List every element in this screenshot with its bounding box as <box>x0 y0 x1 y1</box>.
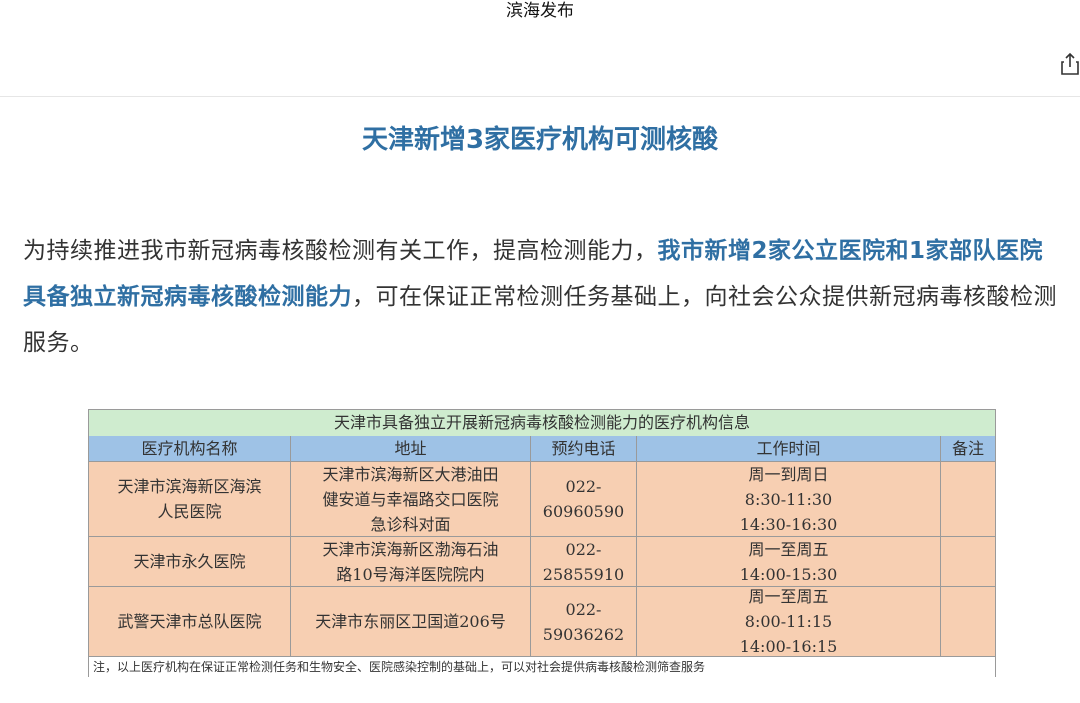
article-paragraph: 为持续推进我市新冠病毒核酸检测有关工作，提高检测能力，我市新增2家公立医院和1家… <box>23 228 1063 366</box>
table-row: 天津市滨海新区海滨 人民医院 天津市滨海新区大港油田 健安道与幸福路交口医院 急… <box>89 462 995 537</box>
header-address: 地址 <box>291 436 531 462</box>
table-note: 注，以上医疗机构在保证正常检测任务和生物安全、医院感染控制的基础上，可以对社会提… <box>89 657 995 677</box>
article-headline: 天津新增3家医疗机构可测核酸 <box>361 125 719 155</box>
cell-name: 武警天津市总队医院 <box>89 587 291 657</box>
header-hours: 工作时间 <box>637 436 941 462</box>
top-bar: 滨海发布 <box>0 0 1080 97</box>
cell-remark <box>941 462 995 537</box>
paragraph-text-1: 为持续推进我市新冠病毒核酸检测有关工作，提高检测能力， <box>23 238 658 264</box>
cell-name: 天津市滨海新区海滨 人民医院 <box>89 462 291 537</box>
cell-address: 天津市滨海新区渤海石油 路10号海洋医院院内 <box>291 537 531 587</box>
header-phone: 预约电话 <box>531 436 637 462</box>
hospital-table: 天津市具备独立开展新冠病毒核酸检测能力的医疗机构信息 医疗机构名称 地址 预约电… <box>88 409 996 677</box>
share-icon[interactable] <box>1060 52 1080 76</box>
cell-phone: 022- 25855910 <box>531 537 637 587</box>
cell-hours: 周一至周五 8:00-11:15 14:00-16:15 <box>637 587 941 657</box>
account-title: 滨海发布 <box>506 1 574 21</box>
table-header-row: 医疗机构名称 地址 预约电话 工作时间 备注 <box>89 436 995 462</box>
header-remark: 备注 <box>941 436 995 462</box>
cell-hours: 周一至周五 14:00-15:30 <box>637 537 941 587</box>
cell-name: 天津市永久医院 <box>89 537 291 587</box>
cell-phone: 022- 60960590 <box>531 462 637 537</box>
table-row: 天津市永久医院 天津市滨海新区渤海石油 路10号海洋医院院内 022- 2585… <box>89 537 995 587</box>
cell-remark <box>941 537 995 587</box>
cell-address: 天津市滨海新区大港油田 健安道与幸福路交口医院 急诊科对面 <box>291 462 531 537</box>
table-row: 武警天津市总队医院 天津市东丽区卫国道206号 022- 59036262 周一… <box>89 587 995 657</box>
table-caption: 天津市具备独立开展新冠病毒核酸检测能力的医疗机构信息 <box>89 410 995 436</box>
cell-phone: 022- 59036262 <box>531 587 637 657</box>
cell-remark <box>941 587 995 657</box>
cell-hours: 周一到周日 8:30-11:30 14:30-16:30 <box>637 462 941 537</box>
header-name: 医疗机构名称 <box>89 436 291 462</box>
cell-address: 天津市东丽区卫国道206号 <box>291 587 531 657</box>
